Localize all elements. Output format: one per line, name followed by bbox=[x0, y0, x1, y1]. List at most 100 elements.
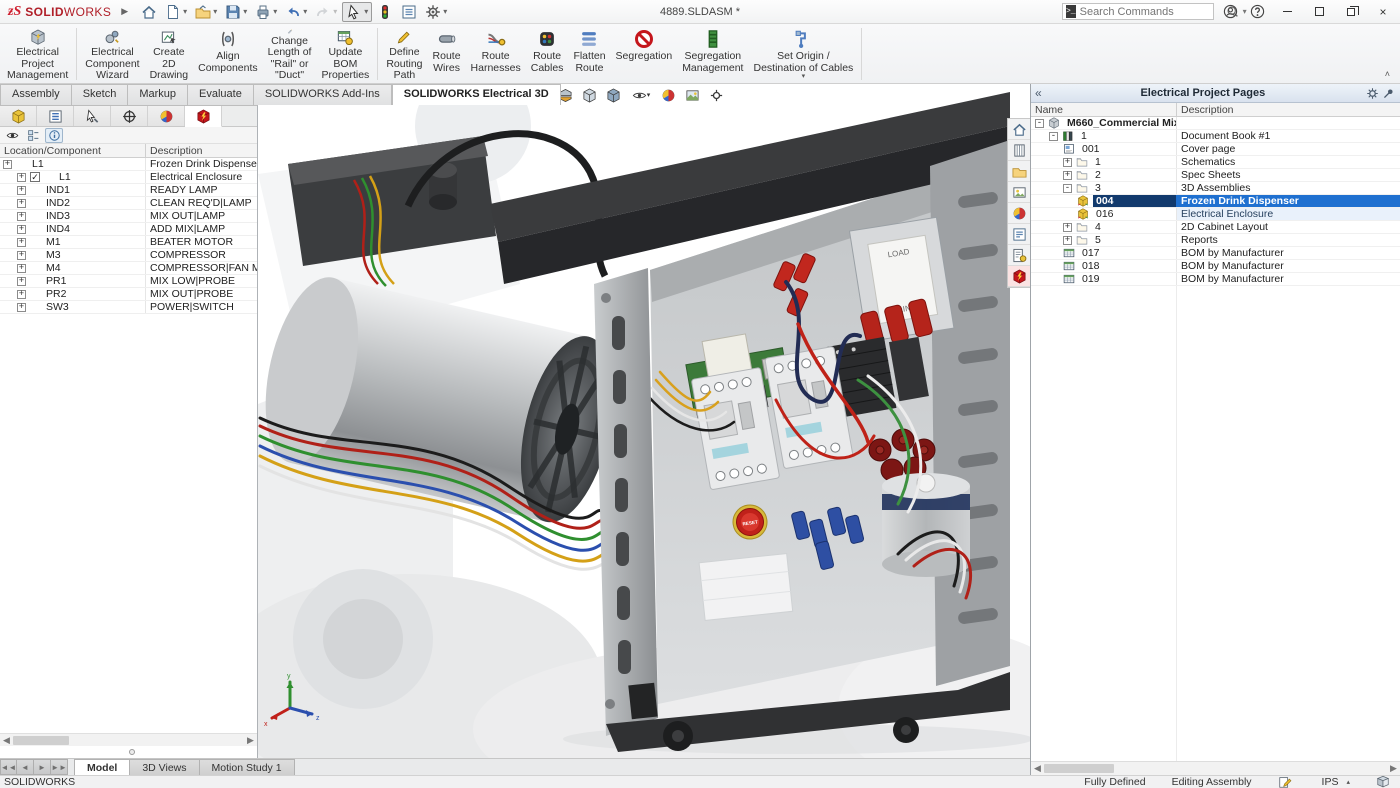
task-pane-design-library-icon[interactable] bbox=[1008, 140, 1030, 161]
collapse-panel-icon[interactable]: « bbox=[1035, 88, 1042, 98]
search-input[interactable] bbox=[1080, 6, 1222, 18]
tab-model[interactable]: Model bbox=[74, 759, 130, 775]
page-row-2-spec-sheets[interactable]: +2Spec Sheets bbox=[1031, 169, 1400, 182]
minimize-button[interactable] bbox=[1274, 2, 1300, 22]
help-icon[interactable] bbox=[1247, 2, 1268, 22]
view-orientation-icon[interactable] bbox=[580, 86, 599, 104]
undo-icon[interactable]: ▾ bbox=[282, 2, 310, 22]
scroll-right-icon[interactable]: ▶ bbox=[244, 735, 257, 746]
save-icon[interactable]: ▾ bbox=[222, 2, 250, 22]
component-row-ind4-add-mix-lamp[interactable]: +IND4ADD MIX|LAMP bbox=[0, 223, 257, 236]
manager-tab-dimx[interactable] bbox=[148, 106, 185, 126]
expander-icon[interactable]: + bbox=[1063, 236, 1072, 245]
expander-icon[interactable]: + bbox=[17, 212, 26, 221]
task-pane-view-palette-icon[interactable] bbox=[1008, 182, 1030, 203]
expander-icon[interactable]: - bbox=[1049, 132, 1058, 141]
expander-icon[interactable]: + bbox=[3, 160, 12, 169]
scrollbar-thumb[interactable] bbox=[1044, 764, 1114, 773]
expander-icon[interactable]: + bbox=[17, 277, 26, 286]
tab-3d-views[interactable]: 3D Views bbox=[130, 759, 199, 775]
view-settings-icon[interactable] bbox=[707, 86, 726, 104]
redo-icon[interactable]: ▾ bbox=[312, 2, 340, 22]
task-pane-custom-properties-icon[interactable] bbox=[1008, 224, 1030, 245]
scroll-right-icon[interactable]: ▶ bbox=[1387, 763, 1400, 774]
component-row-pr2-mix-out-probe[interactable]: +PR2MIX OUT|PROBE bbox=[0, 288, 257, 301]
tab-solidworks-add-ins[interactable]: SOLIDWORKS Add-Ins bbox=[254, 84, 392, 105]
ribbon-button-align-components[interactable]: AlignComponents bbox=[193, 26, 263, 82]
page-row-018-bom-by-manufacturer[interactable]: 018BOM by Manufacturer bbox=[1031, 260, 1400, 273]
component-row-ind3-mix-out-lamp[interactable]: +IND3MIX OUT|LAMP bbox=[0, 210, 257, 223]
column-header-location-component[interactable]: Location/Component bbox=[0, 144, 145, 157]
eye-icon[interactable] bbox=[3, 128, 21, 143]
open-icon[interactable]: ▾ bbox=[192, 2, 220, 22]
page-row-001-cover-page[interactable]: 001Cover page bbox=[1031, 143, 1400, 156]
page-row-017-bom-by-manufacturer[interactable]: 017BOM by Manufacturer bbox=[1031, 247, 1400, 260]
tab-assembly[interactable]: Assembly bbox=[0, 84, 72, 105]
component-row-l1-electrical-enclosure[interactable]: +✓L1Electrical Enclosure bbox=[0, 171, 257, 184]
page-row-1-document-book-1[interactable]: -1Document Book #1 bbox=[1031, 130, 1400, 143]
task-pane-file-explorer-icon[interactable] bbox=[1008, 161, 1030, 182]
ribbon-button-define-routing-path[interactable]: DefineRoutingPath bbox=[381, 26, 427, 82]
expander-icon[interactable]: + bbox=[1063, 223, 1072, 232]
scroll-left-icon[interactable]: ◀ bbox=[1031, 763, 1044, 774]
task-pane-electrical-manager-icon[interactable] bbox=[1008, 245, 1030, 266]
ribbon-button-flatten-route[interactable]: FlattenRoute bbox=[568, 26, 610, 82]
task-pane-appearances-icon[interactable] bbox=[1008, 203, 1030, 224]
page-row-5-reports[interactable]: +5Reports bbox=[1031, 234, 1400, 247]
tab-solidworks-electrical-3d[interactable]: SOLIDWORKS Electrical 3D bbox=[392, 84, 561, 105]
info-icon[interactable] bbox=[45, 128, 63, 143]
page-row-m660-commercial-mixer[interactable]: -M660_Commercial Mixer bbox=[1031, 117, 1400, 130]
unit-system-selector[interactable]: IPS ▴ bbox=[1322, 776, 1376, 788]
stoplight-icon[interactable] bbox=[374, 2, 396, 22]
right-panel-hscrollbar[interactable]: ◀ ▶ bbox=[1031, 761, 1400, 775]
graphics-viewport[interactable]: LOAD LINE bbox=[258, 84, 1030, 758]
expander-icon[interactable]: + bbox=[17, 225, 26, 234]
component-row-m3-compressor[interactable]: +M3COMPRESSOR bbox=[0, 249, 257, 262]
edit-sheet-icon[interactable] bbox=[1278, 775, 1322, 788]
component-row-m4-compressor-fan-motor[interactable]: +M4COMPRESSOR|FAN MOTOR bbox=[0, 262, 257, 275]
component-row-sw3-power-switch[interactable]: +SW3POWER|SWITCH bbox=[0, 301, 257, 314]
search-commands-box[interactable]: >_ ▾ bbox=[1062, 3, 1214, 20]
ribbon-button-segregation[interactable]: Segregation bbox=[611, 26, 678, 82]
expander-icon[interactable]: + bbox=[17, 290, 26, 299]
last-sheet-button[interactable]: ►► bbox=[51, 759, 68, 775]
tab-motion-study-1[interactable]: Motion Study 1 bbox=[200, 759, 295, 775]
manager-tab-elec[interactable] bbox=[185, 106, 222, 127]
ribbon-button-change-length-of-rail-or-duct[interactable]: ChangeLength of"Rail" or"Duct" bbox=[263, 26, 317, 82]
expander-icon[interactable]: + bbox=[17, 264, 26, 273]
display-style-icon[interactable] bbox=[604, 86, 623, 104]
panel-settings-gear-icon[interactable] bbox=[1364, 85, 1380, 101]
ribbon-button-create-2d-drawing[interactable]: Create2DDrawing bbox=[145, 26, 194, 82]
expand-button[interactable] bbox=[1306, 2, 1332, 22]
panel-pin-icon[interactable] bbox=[1380, 85, 1396, 101]
close-button[interactable]: × bbox=[1370, 2, 1396, 22]
expander-icon[interactable]: + bbox=[17, 186, 26, 195]
page-row-019-bom-by-manufacturer[interactable]: 019BOM by Manufacturer bbox=[1031, 273, 1400, 286]
ribbon-button-route-wires[interactable]: RouteWires bbox=[428, 26, 466, 82]
component-row-m1-beater-motor[interactable]: +M1BEATER MOTOR bbox=[0, 236, 257, 249]
expander-icon[interactable]: + bbox=[1063, 158, 1072, 167]
component-row-pr1-mix-low-probe[interactable]: +PR1MIX LOW|PROBE bbox=[0, 275, 257, 288]
restore-button[interactable] bbox=[1338, 2, 1364, 22]
component-row-ind1-ready-lamp[interactable]: +IND1READY LAMP bbox=[0, 184, 257, 197]
ribbon-button-electrical-project-management[interactable]: ElectricalProjectManagement bbox=[2, 26, 73, 82]
component-row-ind2-clean-req-d-lamp[interactable]: +IND2CLEAN REQ'D|LAMP bbox=[0, 197, 257, 210]
next-sheet-button[interactable]: ► bbox=[34, 759, 51, 775]
hide-show-items-icon[interactable]: ▾ bbox=[628, 86, 654, 104]
ribbon-button-electrical-component-wizard[interactable]: ElectricalComponentWizard bbox=[80, 26, 144, 82]
home-icon[interactable] bbox=[138, 2, 160, 22]
units-dropdown-icon[interactable]: ▴ bbox=[1346, 778, 1350, 786]
manager-tab-prop[interactable] bbox=[74, 106, 111, 126]
scroll-left-icon[interactable]: ◀ bbox=[0, 735, 13, 746]
print-icon[interactable]: ▾ bbox=[252, 2, 280, 22]
tab-evaluate[interactable]: Evaluate bbox=[188, 84, 254, 105]
select-cursor-icon[interactable]: ▾ bbox=[342, 2, 372, 22]
expander-icon[interactable]: - bbox=[1035, 119, 1044, 128]
options-gear-icon[interactable]: ▾ bbox=[422, 2, 450, 22]
file-properties-icon[interactable] bbox=[398, 2, 420, 22]
ribbon-button-route-cables[interactable]: RouteCables bbox=[526, 26, 569, 82]
page-row-016-electrical-enclosure[interactable]: 016Electrical Enclosure bbox=[1031, 208, 1400, 221]
display-states-icon[interactable] bbox=[24, 128, 42, 143]
manager-tab-list[interactable] bbox=[37, 106, 74, 126]
ribbon-button-set-origin-destination-of-cables[interactable]: Set Origin /Destination of Cables▾ bbox=[748, 26, 858, 82]
